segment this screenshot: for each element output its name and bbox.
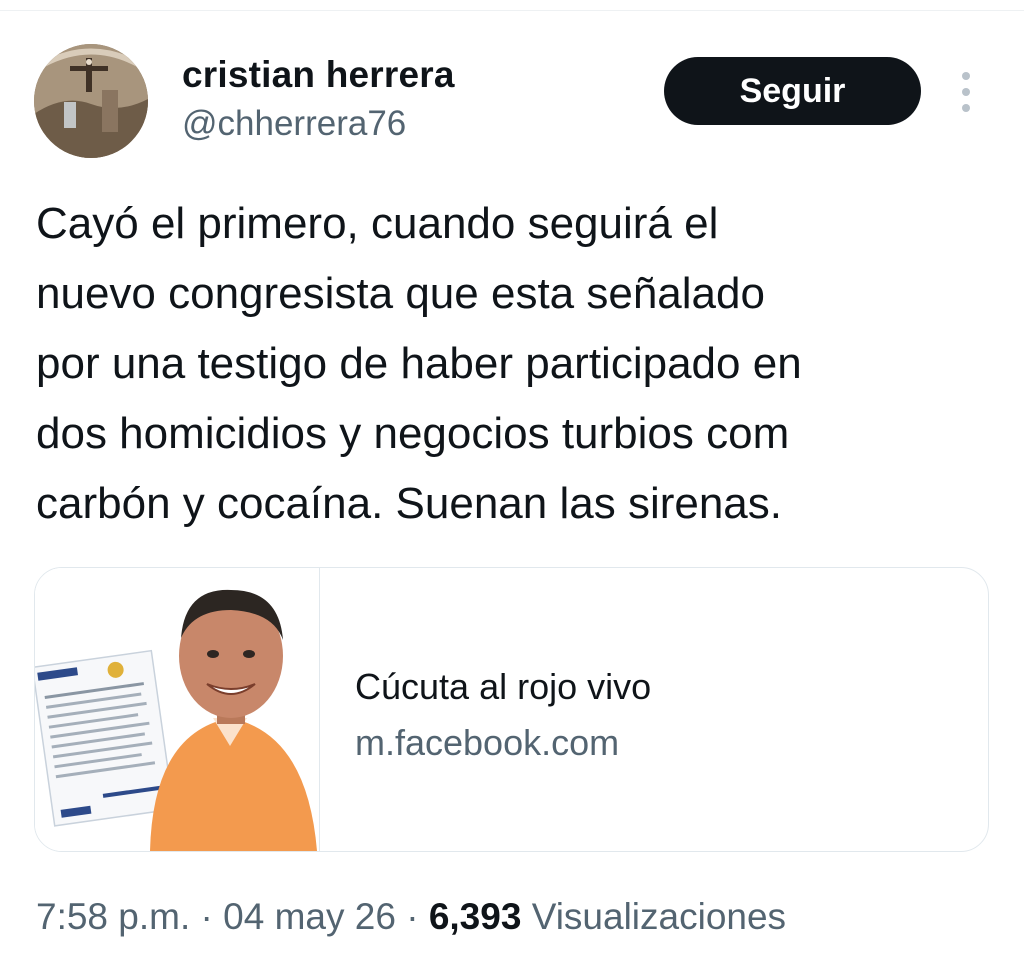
link-card-thumbnail <box>35 568 320 851</box>
author-display-name[interactable]: cristian herrera <box>182 54 455 96</box>
dot <box>962 104 970 112</box>
thumbnail-image <box>35 568 319 851</box>
author-avatar[interactable] <box>34 44 148 158</box>
author-handle[interactable]: @chherrera76 <box>182 104 406 144</box>
dot <box>962 72 970 80</box>
tweet-date[interactable]: 04 may 26 <box>223 896 396 937</box>
tweet-text: Cayó el primero, cuando seguirá el nuevo… <box>36 199 802 528</box>
separator: · <box>200 896 213 937</box>
link-preview-card[interactable]: Cúcuta al rojo vivo m.facebook.com <box>34 567 989 852</box>
top-divider <box>0 10 1024 11</box>
link-card-domain: m.facebook.com <box>355 722 620 763</box>
views-label: Visualizaciones <box>531 896 787 937</box>
avatar-photo <box>34 44 148 158</box>
views-count: 6,393 <box>428 896 522 937</box>
tweet-time[interactable]: 7:58 p.m. <box>36 896 190 937</box>
more-vertical-icon[interactable] <box>956 72 976 112</box>
dot <box>962 88 970 96</box>
tweet-metadata: 7:58 p.m. · 04 may 26 · 6,393 Visualizac… <box>36 896 786 938</box>
follow-button[interactable]: Seguir <box>664 57 921 125</box>
link-card-title: Cúcuta al rojo vivo <box>355 666 652 707</box>
separator: · <box>406 896 419 937</box>
